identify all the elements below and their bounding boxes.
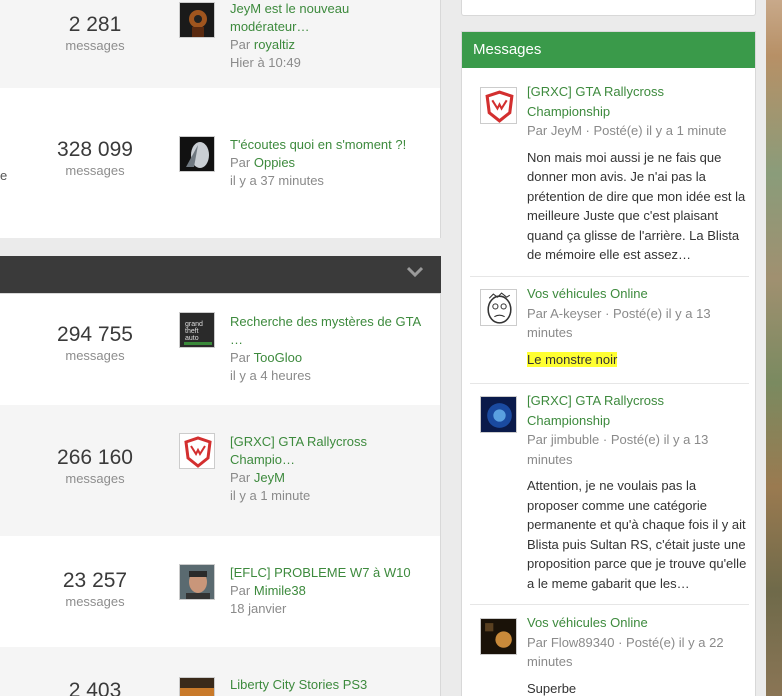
- by-label: Par: [230, 37, 251, 52]
- forum-row: 266 160 messages [GRXC] GTA Rallycross C…: [0, 405, 440, 536]
- author-link[interactable]: JeyM: [551, 123, 582, 138]
- svg-text:theft: theft: [185, 328, 199, 335]
- chevron-down-icon[interactable]: [407, 266, 423, 278]
- divider: [470, 383, 749, 384]
- message-excerpt: Non mais moi aussi je ne fais que donner…: [527, 149, 746, 263]
- widget-title: Messages: [462, 32, 755, 68]
- avatar[interactable]: [179, 677, 215, 696]
- last-post-link[interactable]: JeyM est le nouveau modérateur…: [230, 0, 430, 36]
- avatar[interactable]: [179, 433, 215, 469]
- by-label: Par: [230, 350, 251, 365]
- by-label: Par: [527, 634, 548, 650]
- svg-text:grand: grand: [185, 321, 203, 328]
- forum-row: 2 281 messages JeyM est le nouveau modér…: [0, 0, 440, 88]
- timestamp: 18 janvier: [230, 601, 287, 616]
- forum-row: e 328 099 messages T'écoutes quoi en s'm…: [0, 88, 440, 238]
- author-link[interactable]: JeyM: [254, 470, 285, 485]
- avatar[interactable]: grand theft auto: [179, 312, 215, 348]
- forum-list: 2 281 messages JeyM est le nouveau modér…: [0, 0, 441, 696]
- post-count: 294 755 messages: [57, 323, 133, 363]
- recent-messages-widget: Messages [GRXC] GTA Rallycross Champions…: [461, 31, 756, 696]
- message-excerpt: Attention, je ne voulais pas la proposer…: [527, 478, 747, 591]
- post-count: 2 281 messages: [65, 13, 125, 53]
- message-excerpt: Le monstre noir: [527, 351, 618, 367]
- timestamp: Hier à 10:49: [230, 55, 301, 70]
- forum-row: 2 403 Liberty City Stories PS3: [0, 647, 440, 696]
- dark-photo-icon[interactable]: [480, 618, 517, 655]
- forum-row: 23 257 messages [EFLC] PROBLEME W7 à W10…: [0, 536, 440, 647]
- by-label: Par: [230, 155, 251, 170]
- author-link[interactable]: jimbuble: [551, 432, 599, 447]
- message-topic-link[interactable]: Vos véhicules Online: [527, 284, 747, 304]
- blue-icon[interactable]: [480, 396, 517, 433]
- by-label: Par: [527, 305, 548, 321]
- post-count: 23 257 messages: [62, 569, 128, 609]
- by-label: Par: [230, 583, 251, 598]
- author-link[interactable]: Oppies: [254, 155, 295, 170]
- last-post-link[interactable]: Liberty City Stories PS3: [230, 676, 430, 694]
- last-post-link[interactable]: Recherche des mystères de GTA …: [230, 313, 430, 349]
- forum-row: 294 755 messages grand theft auto Recherch…: [0, 294, 440, 405]
- by-label: Par: [230, 470, 251, 485]
- category-header[interactable]: [0, 256, 441, 293]
- author-link[interactable]: A-keyser: [550, 306, 601, 321]
- timestamp: il y a 1 minute: [230, 488, 311, 503]
- avatar[interactable]: [179, 136, 215, 172]
- divider: [470, 276, 749, 277]
- posted-time: · Posté(e) il y a 1 minute: [585, 123, 727, 138]
- post-count: 328 099 messages: [57, 138, 133, 178]
- avatar[interactable]: [179, 564, 215, 600]
- by-label: Par: [527, 123, 548, 138]
- author-link[interactable]: Mimile38: [254, 583, 306, 598]
- timestamp: il y a 4 heures: [230, 368, 311, 383]
- face-drawing-icon[interactable]: [480, 289, 517, 326]
- message-topic-link[interactable]: [GRXC] GTA Rallycross Championship: [527, 82, 747, 121]
- svg-text:auto: auto: [185, 335, 199, 342]
- by-label: Par: [527, 432, 548, 447]
- post-count: 2 403: [68, 679, 122, 696]
- message-topic-link[interactable]: Vos véhicules Online: [527, 613, 747, 633]
- background-image-strip: [766, 0, 782, 696]
- timestamp: il y a 37 minutes: [230, 173, 324, 188]
- message-topic-link[interactable]: [GRXC] GTA Rallycross Championship: [527, 391, 747, 430]
- last-post-link[interactable]: [GRXC] GTA Rallycross Champio…: [230, 433, 430, 469]
- last-post-link[interactable]: T'écoutes quoi en s'moment ?!: [230, 136, 430, 154]
- edge-text: e: [0, 168, 8, 183]
- author-link[interactable]: Flow89340: [551, 635, 615, 650]
- author-link[interactable]: royaltiz: [254, 37, 295, 52]
- sidebar-top-box: [461, 0, 756, 16]
- avatar[interactable]: [179, 2, 215, 38]
- last-post-link[interactable]: [EFLC] PROBLEME W7 à W10: [230, 564, 430, 582]
- mask-icon[interactable]: [480, 87, 517, 124]
- divider: [470, 604, 749, 605]
- message-excerpt: Superbe: [527, 680, 577, 696]
- post-count: 266 160 messages: [57, 446, 133, 486]
- author-link[interactable]: TooGloo: [254, 350, 302, 365]
